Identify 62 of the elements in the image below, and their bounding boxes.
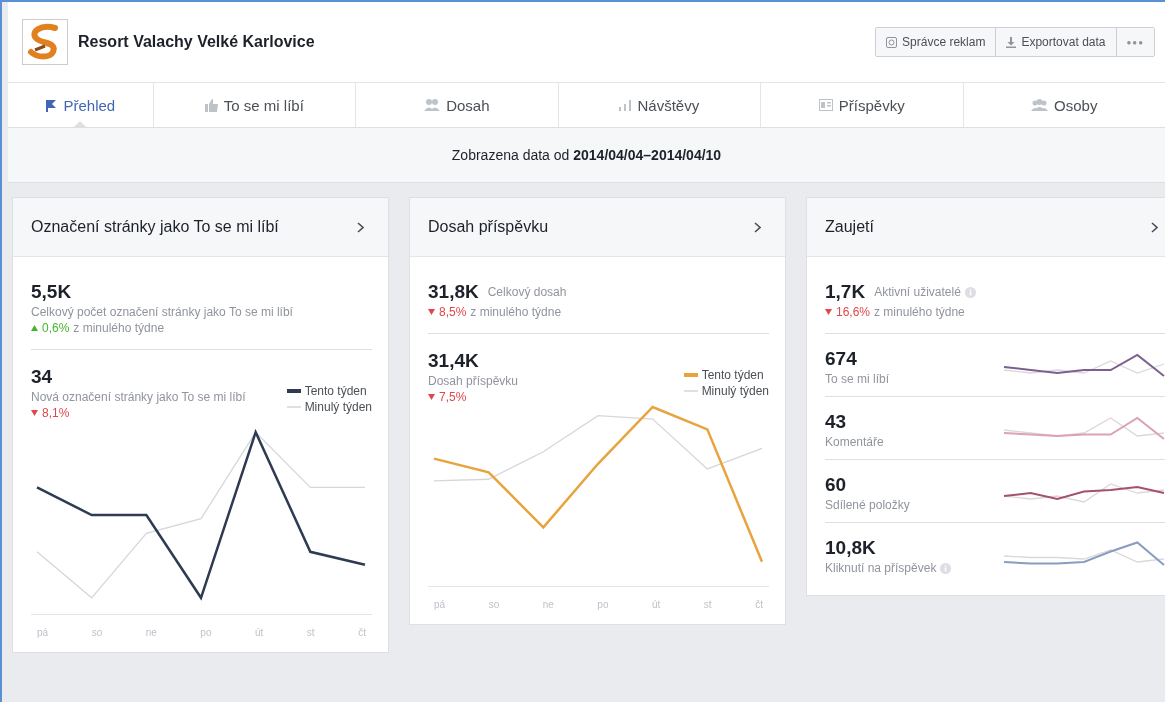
day-label: st: [703, 599, 712, 610]
change-note: z minulého týdne: [874, 305, 965, 319]
metric-value: 43: [825, 411, 848, 433]
change-note: z minulého týdne: [470, 305, 562, 319]
legend-label: Tento týden: [701, 368, 764, 382]
document-icon: [818, 99, 833, 111]
metric-value: 34: [31, 366, 54, 388]
metric-value: 60: [825, 474, 848, 496]
metric-label: To se mi líbí: [825, 372, 890, 386]
metric-value: 1,7K: [825, 281, 866, 303]
bar-chart-icon: [619, 99, 632, 111]
day-label: pá: [37, 627, 49, 638]
flag-icon: [45, 98, 58, 112]
metric-value: 674: [825, 348, 858, 370]
change-percent: 7,5%: [439, 390, 467, 404]
metric-label: Nová označení stránky jako To se mi líbí: [31, 390, 246, 404]
legend-label: Minulý týden: [701, 384, 769, 398]
logo: [22, 19, 68, 65]
metric-label: Kliknutí na příspěvek: [825, 561, 937, 575]
export-button[interactable]: Exportovat data: [995, 28, 1116, 56]
day-label: st: [306, 627, 315, 638]
metric-label: Aktivní uživatelé: [874, 285, 961, 299]
thumbs-up-icon: [204, 98, 218, 112]
page-title: Resort Valachy Velké Karlovice: [78, 33, 316, 51]
day-label: so: [91, 627, 103, 638]
day-label: po: [200, 627, 212, 638]
change-percent: 8,1%: [42, 406, 70, 420]
metric-label: Sdílené položky: [825, 498, 910, 512]
metric-label: Dosah příspěvku: [428, 374, 519, 388]
metric-value: 31,4K: [428, 350, 480, 372]
metric-value: 10,8K: [825, 537, 877, 559]
people-icon: [424, 99, 441, 111]
day-label: ne: [542, 599, 554, 610]
download-icon: [1006, 36, 1017, 48]
ad-icon: [886, 36, 898, 48]
card-title[interactable]: Dosah příspěvku: [428, 218, 549, 236]
card-title[interactable]: Zaujetí: [825, 218, 874, 236]
day-label: čt: [358, 627, 366, 638]
day-label: so: [488, 599, 500, 610]
metric-label: Komentáře: [825, 435, 884, 449]
legend-label: Tento týden: [304, 384, 367, 398]
chevron-right-icon[interactable]: [357, 221, 364, 233]
group-icon: [1031, 99, 1049, 111]
day-label: út: [255, 627, 264, 638]
day-label: ne: [145, 627, 157, 638]
ads-manager-button[interactable]: Správce reklam: [876, 28, 996, 56]
legend-label: Minulý týden: [304, 400, 372, 414]
change-percent: 8,5%: [439, 305, 467, 319]
metric-label: Celkový dosah: [487, 285, 567, 299]
day-label: út: [652, 599, 661, 610]
chevron-right-icon[interactable]: [754, 221, 761, 233]
change-note: z minulého týdne: [73, 321, 165, 335]
metric-value: 31,8K: [428, 281, 479, 303]
change-percent: 0,6%: [42, 321, 70, 335]
date-range-text: Zobrazena data od 2014/04/04–2014/04/10: [451, 147, 722, 163]
day-label: pá: [434, 599, 446, 610]
metric-value: 5,5K: [31, 281, 73, 303]
chevron-right-icon[interactable]: [1151, 221, 1158, 233]
metric-label: Celkový počet označení stránky jako To se mi líbí: [31, 305, 294, 319]
day-label: po: [597, 599, 609, 610]
change-percent: 16,6%: [836, 305, 871, 319]
day-label: čt: [755, 599, 763, 610]
